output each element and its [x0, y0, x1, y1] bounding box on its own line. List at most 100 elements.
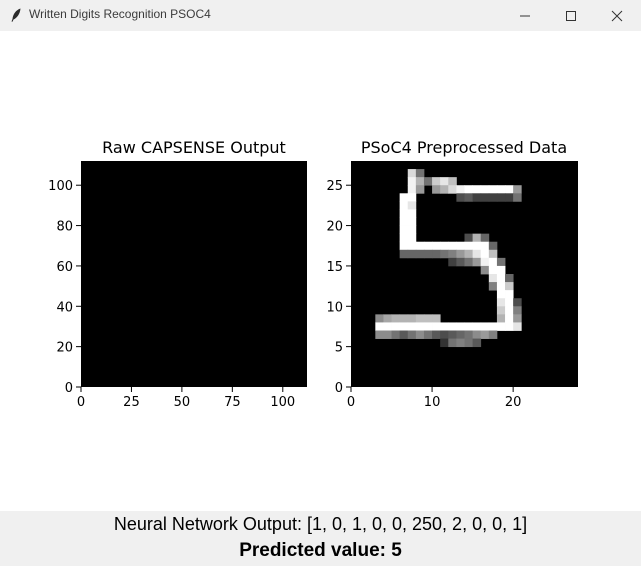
heatmap-pixel: [496, 193, 506, 202]
heatmap-pixel: [440, 249, 449, 259]
y-tick-label: 100: [48, 179, 73, 194]
close-icon: [611, 10, 623, 22]
y-tick-label: 0: [65, 381, 73, 396]
heatmap-pixel: [456, 193, 465, 202]
y-tick-label: 20: [326, 220, 343, 235]
heatmap-pixel: [464, 185, 474, 194]
heatmap-pixel: [448, 177, 457, 186]
heatmap-pixel: [448, 322, 457, 331]
heatmap-pixel: [415, 185, 425, 194]
heatmap-pixel: [513, 314, 522, 323]
heatmap-pixel: [488, 193, 498, 202]
heatmap-pixel: [407, 209, 417, 218]
heatmap-pixel: [505, 314, 514, 323]
figure: Raw CAPSENSE Output 0 25 50 75 1000204060801…: [48, 138, 578, 410]
heatmap-pixel: [488, 249, 498, 259]
heatmap-pixel: [448, 249, 457, 259]
heatmap-pixel: [513, 193, 522, 202]
heatmap-pixel: [440, 322, 449, 331]
y-tick-label: 80: [56, 220, 73, 235]
heatmap-pixel: [407, 241, 417, 251]
heatmap-pixel: [407, 217, 417, 226]
heatmap-pixel: [480, 185, 490, 194]
heatmap-pixel: [496, 306, 506, 315]
heatmap-pixel: [407, 249, 417, 259]
heatmap-pixel: [440, 185, 449, 194]
heatmap-pixel: [415, 241, 425, 251]
heatmap-pixel: [464, 233, 474, 243]
heatmap-pixel: [505, 322, 514, 331]
heatmap-pixel: [407, 201, 417, 210]
heatmap-pixel: [415, 322, 425, 331]
y-tick-label: 15: [326, 260, 343, 275]
heatmap-pixel: [383, 330, 392, 339]
heatmap-pixel: [407, 225, 417, 235]
heatmap-pixel: [472, 330, 482, 339]
heatmap-pixel: [496, 290, 506, 299]
plot-canvas: Raw CAPSENSE Output 0 25 50 75 100 0 20 40 60 80 1…: [0, 31, 641, 511]
heatmap-pixel: [488, 330, 498, 339]
minimize-button[interactable]: [502, 0, 548, 31]
heatmap-pixel: [415, 249, 425, 259]
heatmap-pixel: [480, 193, 490, 202]
x-tick-label: 25: [123, 395, 140, 410]
heatmap-pixel: [440, 177, 449, 186]
heatmap-pixel: [432, 185, 441, 194]
heatmap-pixel: [440, 330, 449, 339]
y-tick-label: 5: [335, 341, 343, 356]
x-tick-label: 20: [505, 395, 522, 410]
x-tick-label: 75: [224, 395, 241, 410]
nn-output-label: Neural Network Output: [1, 0, 1, 0, 0, 2…: [113, 514, 528, 534]
heatmap-pixel: [456, 241, 465, 251]
heatmap-pixel: [488, 282, 498, 291]
heatmap-pixel: [432, 241, 441, 251]
heatmap-pixel: [513, 298, 522, 307]
maximize-button[interactable]: [548, 0, 594, 31]
heatmap-pixel: [423, 241, 433, 251]
heatmap-pixel: [448, 330, 457, 339]
heatmap-pixel: [472, 241, 482, 251]
window-title: Written Digits Recognition PSOC4: [29, 7, 211, 21]
heatmap-pixel: [375, 322, 384, 331]
heatmap-pixel: [496, 185, 506, 194]
result-panel: Neural Network Output: [1, 0, 1, 0, 0, 2…: [0, 511, 641, 566]
heatmap-pixel: [399, 225, 409, 235]
heatmap-pixel: [480, 265, 490, 275]
heatmap-pixel: [480, 241, 490, 251]
title-bar: Written Digits Recognition PSOC4: [0, 0, 641, 32]
heatmap-pixel: [505, 306, 514, 315]
heatmap-pixel: [456, 249, 465, 259]
heatmap-pixel: [464, 249, 474, 259]
heatmap-pixel: [415, 177, 425, 186]
x-tick-label: 0: [77, 395, 85, 410]
heatmap-pixel: [488, 265, 498, 275]
heatmap-pixel: [513, 306, 522, 315]
heatmap-pixel: [480, 330, 490, 339]
heatmap-pixel: [488, 257, 498, 267]
y-tick-label: 10: [326, 300, 343, 315]
x-tick-label: 0: [347, 395, 355, 410]
y-tick-label: 20: [56, 341, 73, 356]
x-tick-label: 100: [270, 395, 295, 410]
heatmap-pixel: [440, 241, 449, 251]
heatmap-pixel: [464, 338, 474, 348]
heatmap-pixel: [496, 322, 506, 331]
maximize-icon: [566, 11, 576, 21]
heatmap-pixel: [456, 185, 465, 194]
heatmap-pixel: [464, 241, 474, 251]
predicted-value-label: Predicted value: 5: [239, 540, 402, 561]
heatmap-pixel: [399, 217, 409, 226]
heatmap-pixel: [496, 314, 506, 323]
heatmap-pixel: [448, 185, 457, 194]
y-tick-label: 40: [56, 300, 73, 315]
heatmap-pixel: [505, 274, 514, 283]
heatmap-pixel: [407, 322, 417, 331]
y-tick-label: 0: [335, 381, 343, 396]
heatmap-pixel: [407, 233, 417, 243]
close-button[interactable]: [594, 0, 640, 31]
heatmap-pixel: [464, 322, 474, 331]
heatmap-pixel: [448, 338, 457, 348]
heatmap-pixel: [496, 298, 506, 307]
y-tick-label: 25: [326, 179, 343, 194]
heatmap-pixel: [505, 282, 514, 291]
